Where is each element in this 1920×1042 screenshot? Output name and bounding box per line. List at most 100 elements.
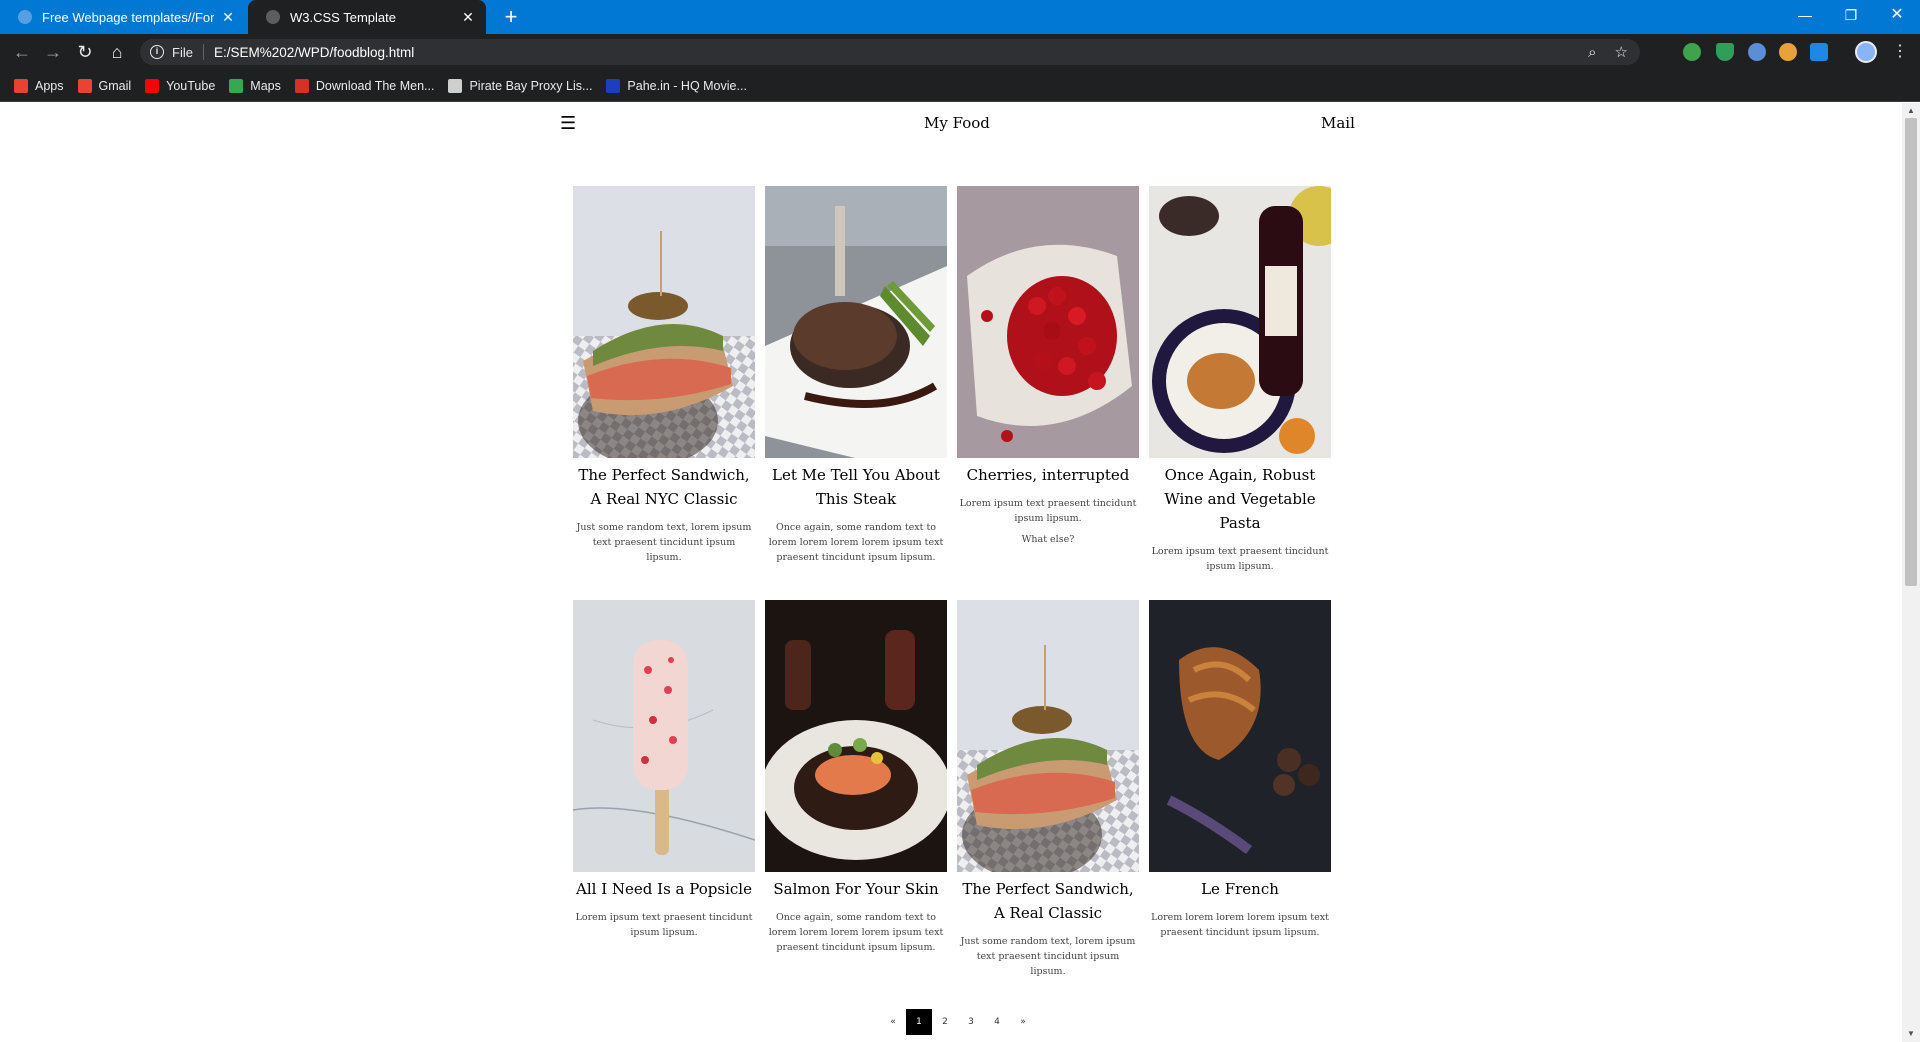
cookie-extension-icon[interactable] xyxy=(1779,43,1797,61)
bookmark-label: Gmail xyxy=(98,78,132,93)
tab-w3css-template[interactable]: W3.CSS Template ✕ xyxy=(248,0,486,34)
restore-button[interactable]: ❐ xyxy=(1828,0,1874,34)
cherries-photo xyxy=(957,186,1139,458)
card-title: Once Again, Robust Wine and Vegetable Pa… xyxy=(1164,466,1316,532)
food-card: Cherries, interrupted Lorem ipsum text p… xyxy=(957,186,1139,547)
scroll-down-arrow-icon[interactable]: ▼ xyxy=(1906,1030,1916,1038)
pagination: « 1 2 3 4 » xyxy=(880,1009,1036,1035)
bookmark-maps[interactable]: Maps xyxy=(229,78,281,93)
card-text: Lorem ipsum text praesent tincidunt ipsu… xyxy=(959,498,1137,524)
bookmark-label: Apps xyxy=(35,78,64,93)
new-tab-button[interactable]: + xyxy=(498,4,524,30)
pirate-ship-icon xyxy=(448,78,463,93)
card-title: The Perfect Sandwich, A Real Classic xyxy=(962,880,1134,922)
card-text: What else? xyxy=(1021,534,1075,545)
bookmark-label: YouTube xyxy=(166,78,216,93)
forward-button[interactable]: → xyxy=(40,39,66,65)
scrollbar-thumb[interactable] xyxy=(1905,118,1917,586)
food-card: The Perfect Sandwich, A Real Classic Jus… xyxy=(957,600,1139,979)
bookmark-apps[interactable]: Apps xyxy=(14,78,64,93)
bookmark-download-menu[interactable]: Download The Men... xyxy=(294,78,435,93)
food-card: The Perfect Sandwich, A Real NYC Classic… xyxy=(573,186,755,565)
address-bar[interactable]: i File E:/SEM%202/WPD/foodblog.html ⌕ ☆ xyxy=(140,39,1640,65)
x-logo-icon xyxy=(294,78,309,93)
close-tab-icon[interactable]: ✕ xyxy=(220,9,236,26)
card-title: The Perfect Sandwich, A Real NYC Classic xyxy=(578,466,750,508)
croissant-photo xyxy=(1149,600,1331,872)
pahe-icon xyxy=(606,78,621,93)
reload-button[interactable]: ↻ xyxy=(72,39,98,65)
apps-grid-icon xyxy=(14,78,28,93)
back-button[interactable]: ← xyxy=(9,39,35,65)
extension-icon[interactable] xyxy=(1683,43,1701,61)
mail-link[interactable]: Mail xyxy=(1321,114,1355,132)
shield-extension-icon[interactable] xyxy=(1716,43,1734,61)
tab-title: W3.CSS Template xyxy=(290,9,396,25)
card-title: All I Need Is a Popsicle xyxy=(576,880,752,898)
close-window-button[interactable]: ✕ xyxy=(1874,0,1920,34)
card-text: Once again, some random text to lorem lo… xyxy=(768,522,944,563)
divider xyxy=(202,44,204,60)
card-text: Lorem lorem lorem lorem ipsum text praes… xyxy=(1151,912,1329,938)
wine-pasta-photo xyxy=(1149,186,1331,458)
pagination-prev[interactable]: « xyxy=(880,1009,906,1035)
sandwich-photo xyxy=(573,186,755,458)
close-tab-icon[interactable]: ✕ xyxy=(460,9,476,26)
food-card: Salmon For Your Skin Once again, some ra… xyxy=(765,600,947,955)
page-link-2[interactable]: 2 xyxy=(932,1009,958,1035)
card-title: Let Me Tell You About This Steak xyxy=(772,466,940,508)
page-link-3[interactable]: 3 xyxy=(958,1009,984,1035)
youtube-icon xyxy=(145,78,160,93)
bookmark-youtube[interactable]: YouTube xyxy=(145,78,216,93)
popsicle-photo xyxy=(573,600,755,872)
card-text: Just some random text, lorem ipsum text … xyxy=(576,522,752,563)
browser-toolbar: ← → ↻ ⌂ i File E:/SEM%202/WPD/foodblog.h… xyxy=(0,34,1920,70)
extension-icon[interactable] xyxy=(1810,43,1828,61)
gmail-icon xyxy=(77,78,92,93)
profile-avatar[interactable] xyxy=(1855,41,1877,63)
url-text[interactable]: E:/SEM%202/WPD/foodblog.html xyxy=(214,45,414,60)
page-link-4[interactable]: 4 xyxy=(984,1009,1010,1035)
bookmark-pirate-bay-proxy[interactable]: Pirate Bay Proxy Lis... xyxy=(448,78,593,93)
steak-photo xyxy=(765,186,947,458)
salmon-photo xyxy=(765,600,947,872)
card-title: Salmon For Your Skin xyxy=(773,880,939,898)
bookmark-label: Pahe.in - HQ Movie... xyxy=(627,78,747,93)
pagination-next[interactable]: » xyxy=(1010,1009,1036,1035)
bookmark-gmail[interactable]: Gmail xyxy=(77,78,132,93)
zoom-icon[interactable]: ⌕ xyxy=(1588,44,1596,61)
url-scheme: File xyxy=(172,44,193,60)
bookmark-label: Pirate Bay Proxy Lis... xyxy=(469,78,593,93)
sandwich-photo xyxy=(957,600,1139,872)
browser-menu-icon[interactable]: ⋮ xyxy=(1890,39,1910,65)
card-text: Lorem ipsum text praesent tincidunt ipsu… xyxy=(1151,546,1329,572)
minimize-button[interactable]: — xyxy=(1782,0,1828,34)
food-card: Le French Lorem lorem lorem lorem ipsum … xyxy=(1149,600,1331,940)
bookmarks-bar: Apps Gmail YouTube Maps Download The Men… xyxy=(0,70,1920,102)
food-card: Once Again, Robust Wine and Vegetable Pa… xyxy=(1149,186,1331,574)
card-title: Le French xyxy=(1201,880,1279,898)
card-text: Once again, some random text to lorem lo… xyxy=(768,912,944,953)
top-navbar: ☰ My Food Mail xyxy=(0,103,1902,147)
tab-free-webpage-templates[interactable]: Free Webpage templates//For ed ✕ xyxy=(0,0,246,34)
card-title: Cherries, interrupted xyxy=(966,466,1130,484)
tab-strip: Free Webpage templates//For ed ✕ W3.CSS … xyxy=(0,0,1920,34)
bookmark-label: Download The Men... xyxy=(315,78,435,93)
bookmark-label: Maps xyxy=(250,78,281,93)
food-card: Let Me Tell You About This Steak Once ag… xyxy=(765,186,947,565)
home-button[interactable]: ⌂ xyxy=(104,39,130,65)
hamburger-menu-icon[interactable]: ☰ xyxy=(560,113,576,134)
address-bar-actions: ⌕ ☆ xyxy=(1588,39,1628,65)
maps-icon xyxy=(229,78,244,93)
bookmark-star-icon[interactable]: ☆ xyxy=(1615,43,1628,61)
scroll-up-arrow-icon[interactable]: ▲ xyxy=(1906,107,1916,115)
globe-icon xyxy=(18,10,32,24)
bookmark-pahe[interactable]: Pahe.in - HQ Movie... xyxy=(606,78,747,93)
food-card: All I Need Is a Popsicle Lorem ipsum tex… xyxy=(573,600,755,940)
page-link-1[interactable]: 1 xyxy=(906,1009,932,1035)
tab-title: Free Webpage templates//For ed xyxy=(42,9,214,25)
extension-icon[interactable] xyxy=(1748,43,1766,61)
webpage: ☰ My Food Mail The Perfect Sandwich, A R… xyxy=(0,103,1902,1042)
site-brand: My Food xyxy=(924,114,990,132)
info-icon[interactable]: i xyxy=(150,45,164,59)
